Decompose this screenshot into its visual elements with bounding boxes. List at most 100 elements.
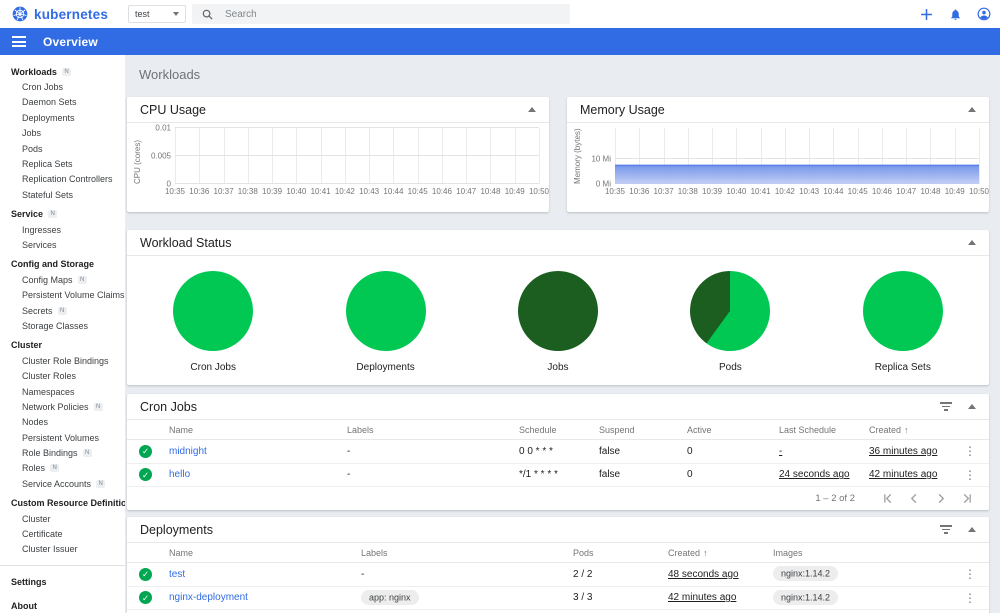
resource-link[interactable]: midnight <box>169 446 207 457</box>
sidebar-item-about[interactable]: About <box>0 596 125 613</box>
column-header-label: Labels <box>361 547 388 558</box>
sidebar-item-replication-controllers[interactable]: Replication Controllers <box>0 172 125 187</box>
column-header-created[interactable]: Created ↑ <box>668 548 773 558</box>
sidebar-item-cron-jobs[interactable]: Cron Jobs <box>0 79 125 94</box>
namespaced-badge: N <box>48 210 58 219</box>
collapse-icon[interactable] <box>968 240 976 245</box>
search-input[interactable] <box>225 8 525 20</box>
sidebar-item-cluster-roles[interactable]: Cluster Roles <box>0 368 125 383</box>
column-header-suspend[interactable]: Suspend <box>599 425 687 435</box>
sidebar-item-services[interactable]: Services <box>0 237 125 252</box>
cron-jobs-table-header: Name Labels Schedule Suspend Active Last Sche… <box>127 420 989 440</box>
nav-label: About <box>11 601 37 612</box>
previous-page-button[interactable] <box>905 489 923 507</box>
x-tick-label: 10:39 <box>262 187 283 196</box>
kebab-menu-icon[interactable]: ⋮ <box>963 444 977 458</box>
next-page-button[interactable] <box>931 489 949 507</box>
chevron-down-icon <box>173 12 179 16</box>
filter-icon[interactable] <box>940 402 952 411</box>
kebab-menu-icon[interactable]: ⋮ <box>963 567 977 581</box>
sidebar-item-daemon-sets[interactable]: Daemon Sets <box>0 95 125 110</box>
sidebar-item-ingresses[interactable]: Ingresses <box>0 222 125 237</box>
cell-name: test <box>169 569 361 580</box>
sidebar-item-cluster-role-bindings[interactable]: Cluster Role Bindings <box>0 353 125 368</box>
sidebar-item-service-accounts[interactable]: Service Accounts N <box>0 476 125 491</box>
sidebar-item-certificate[interactable]: Certificate <box>0 526 125 541</box>
sidebar-item-deployments[interactable]: Deployments <box>0 110 125 125</box>
sidebar-item-nodes[interactable]: Nodes <box>0 415 125 430</box>
brand-wordmark: kubernetes <box>34 6 109 22</box>
column-header-labels[interactable]: Labels <box>347 425 519 435</box>
nav-label: Workloads <box>11 66 57 77</box>
sidebar-group-cluster[interactable]: Cluster <box>0 338 125 353</box>
pagination: 1 – 2 of 2 <box>127 487 989 509</box>
namespace-select[interactable]: test <box>128 5 186 23</box>
column-header-labels[interactable]: Labels <box>361 548 573 558</box>
sidebar-item-config-maps[interactable]: Config Maps N <box>0 272 125 287</box>
sidebar-item-cluster-issuer[interactable]: Cluster Issuer <box>0 542 125 557</box>
sidebar-item-role-bindings[interactable]: Role Bindings N <box>0 445 125 460</box>
appbar-title: Overview <box>43 34 98 49</box>
collapse-icon[interactable] <box>528 107 536 112</box>
sidebar-item-cluster[interactable]: Cluster <box>0 511 125 526</box>
column-header-images[interactable]: Images <box>773 548 949 558</box>
card-title: CPU Usage <box>140 102 206 117</box>
sidebar-item-jobs[interactable]: Jobs <box>0 126 125 141</box>
actions-cell: ⋮ <box>949 591 977 605</box>
last-page-button[interactable] <box>957 489 975 507</box>
sidebar-group-service[interactable]: Service N <box>0 207 125 222</box>
filter-icon[interactable] <box>940 525 952 534</box>
sidebar-item-secrets[interactable]: Secrets N <box>0 303 125 318</box>
sidebar-group-custom-resource-definitions[interactable]: Custom Resource Definitions <box>0 496 125 511</box>
menu-icon[interactable] <box>12 35 28 49</box>
collapse-icon[interactable] <box>968 527 976 532</box>
column-header-name[interactable]: Name <box>169 425 347 435</box>
x-tick-label: 10:35 <box>604 187 626 196</box>
sidebar-item-storage-classes[interactable]: Storage Classes <box>0 318 125 333</box>
sidebar-item-pods[interactable]: Pods <box>0 141 125 156</box>
column-header-name[interactable]: Name <box>169 548 361 558</box>
collapse-icon[interactable] <box>968 404 976 409</box>
column-header-schedule[interactable]: Schedule <box>519 425 599 435</box>
sidebar-item-stateful-sets[interactable]: Stateful Sets <box>0 187 125 202</box>
kubernetes-logo[interactable]: kubernetes <box>12 6 108 22</box>
nav-label: Daemon Sets <box>22 97 77 108</box>
card-title: Memory Usage <box>580 102 665 117</box>
sidebar-group-workloads[interactable]: Workloads N <box>0 64 125 79</box>
label-chip: nginx:1.14.2 <box>773 589 839 605</box>
sidebar-item-persistent-volumes[interactable]: Persistent Volumes <box>0 430 125 445</box>
column-header-label: Last Schedule <box>779 424 837 435</box>
status-pie-replica-sets: Replica Sets <box>817 271 989 373</box>
column-header-last-schedule[interactable]: Last Schedule <box>779 425 869 435</box>
notifications-icon[interactable] <box>947 6 963 22</box>
sidebar-item-replica-sets[interactable]: Replica Sets <box>0 156 125 171</box>
cell-last_schedule: - <box>779 446 869 457</box>
success-icon: ✓ <box>139 591 152 605</box>
kebab-menu-icon[interactable]: ⋮ <box>963 468 977 482</box>
first-page-button[interactable] <box>879 489 897 507</box>
nav-label: Pods <box>22 143 43 154</box>
sidebar-item-namespaces[interactable]: Namespaces <box>0 384 125 399</box>
add-icon[interactable] <box>918 6 934 22</box>
column-header-label: Pods <box>573 547 594 558</box>
column-header-active[interactable]: Active <box>687 425 779 435</box>
sidebar-item-persistent-volume-claims[interactable]: Persistent Volume ClaimsN <box>0 287 125 302</box>
resource-link[interactable]: nginx-deployment <box>169 592 248 603</box>
cell-labels: - <box>361 568 365 580</box>
account-icon[interactable] <box>976 6 992 22</box>
collapse-icon[interactable] <box>968 107 976 112</box>
kebab-menu-icon[interactable]: ⋮ <box>963 591 977 605</box>
cell-labels: app: nginx <box>361 589 573 605</box>
column-header-pods[interactable]: Pods <box>573 548 668 558</box>
x-tick-label: 10:44 <box>823 187 844 196</box>
sidebar-item-settings[interactable]: Settings <box>0 572 125 592</box>
x-tick-label: 10:36 <box>189 187 210 196</box>
column-header-created[interactable]: Created ↑ <box>869 425 949 435</box>
x-tick-label: 10:44 <box>383 187 404 196</box>
cell-suspend: false <box>599 469 621 481</box>
resource-link[interactable]: test <box>169 569 185 580</box>
sidebar-item-network-policies[interactable]: Network Policies N <box>0 399 125 414</box>
resource-link[interactable]: hello <box>169 469 190 480</box>
sidebar-item-roles[interactable]: Roles N <box>0 461 125 476</box>
sidebar-group-config-and-storage[interactable]: Config and Storage <box>0 257 125 272</box>
